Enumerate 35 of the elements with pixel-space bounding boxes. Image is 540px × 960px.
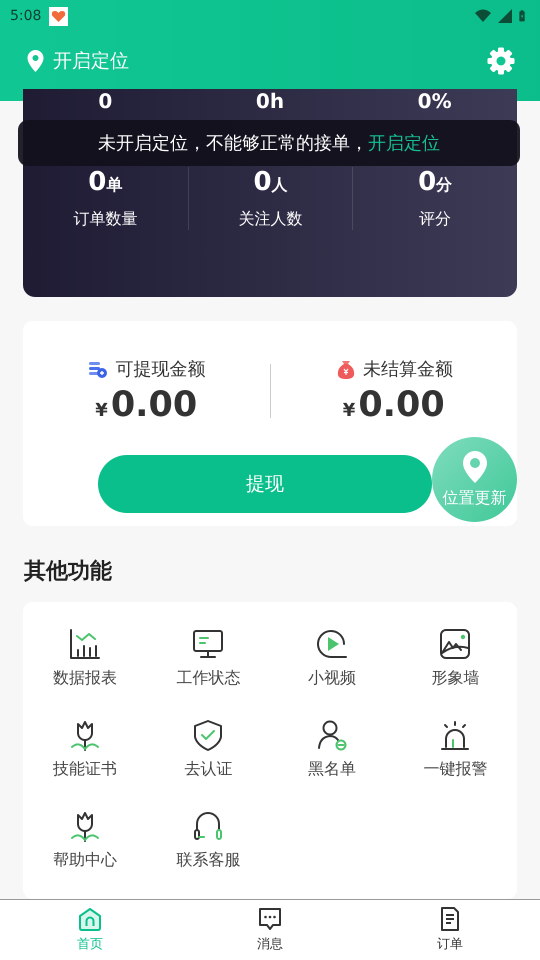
function-item[interactable]: 技能证书 [23,716,146,787]
stat-value: 0人 [253,166,288,197]
toast-message: 未开启定位，不能够正常的接单，开启定位 [18,120,520,166]
stat-value: 0h [256,88,284,113]
chat-icon [257,906,283,932]
signal-icon [496,7,514,25]
balance-label: 可提现金额 [115,358,206,382]
location-pin-icon[interactable] [26,49,45,73]
stat-label: 关注人数 [238,208,302,230]
balance-amount: ¥0.00 [95,385,198,426]
function-item[interactable]: 小视频 [270,626,394,696]
stat-label: 评分 [419,208,452,230]
function-item[interactable]: 数据报表 [23,626,146,696]
nav-tab[interactable]: 消息 [180,900,360,960]
stat-label: 订单数量 [73,208,138,230]
stat-value: 0 [98,88,112,113]
status-time: 5:08 [10,8,42,24]
function-item[interactable]: 联系客服 [146,808,270,878]
function-item[interactable]: 一键报警 [394,716,517,787]
balance-amount: ¥0.00 [342,385,445,426]
function-item[interactable]: 帮助中心 [23,808,146,878]
nav-tab[interactable]: 订单 [360,900,540,960]
stat-value: 0单 [88,166,122,197]
settings-icon[interactable] [486,46,516,76]
enable-location-link[interactable]: 开启定位 [368,131,440,155]
function-item[interactable]: 黑名单 [270,716,394,787]
section-title: 其他功能 [24,558,113,586]
function-item[interactable]: 去认证 [146,716,270,787]
function-item[interactable]: 形象墙 [394,626,517,696]
balance-label: 未结算金额 [362,358,453,382]
function-item[interactable]: 工作状态 [146,626,270,696]
home-icon [77,906,103,932]
stat-value: 0% [418,88,452,113]
heart-hands-icon [49,6,68,26]
stat-value: 0分 [418,166,452,197]
